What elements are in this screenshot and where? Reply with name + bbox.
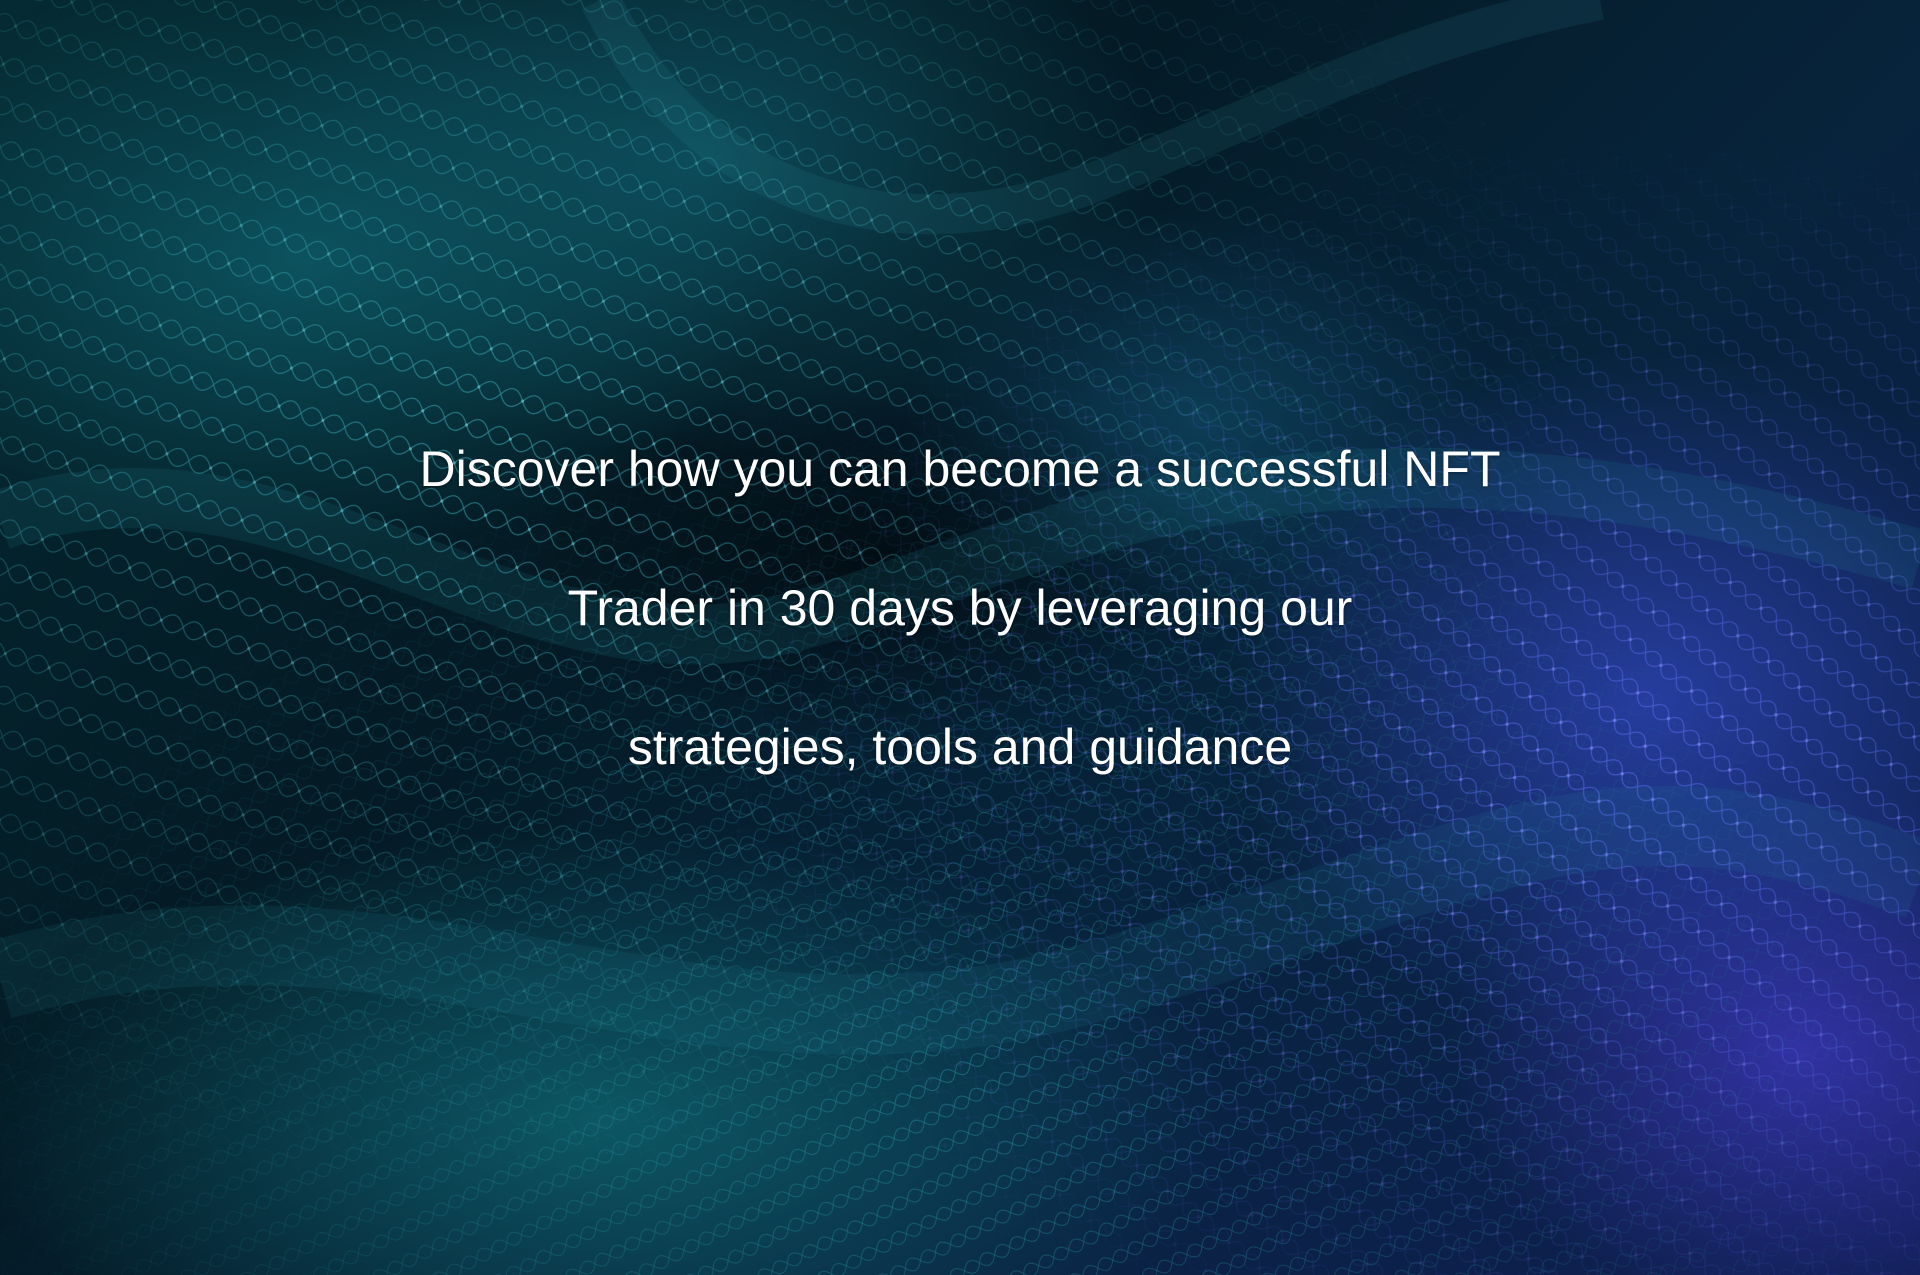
hero-headline: Discover how you can become a successful… (260, 400, 1660, 817)
headline-line-1: Discover how you can become a successful… (419, 441, 1501, 497)
headline-line-2: Trader in 30 days by leveraging our (567, 580, 1353, 636)
headline-line-3: strategies, tools and guidance (627, 719, 1293, 775)
hero-section: Discover how you can become a successful… (0, 0, 1920, 1275)
